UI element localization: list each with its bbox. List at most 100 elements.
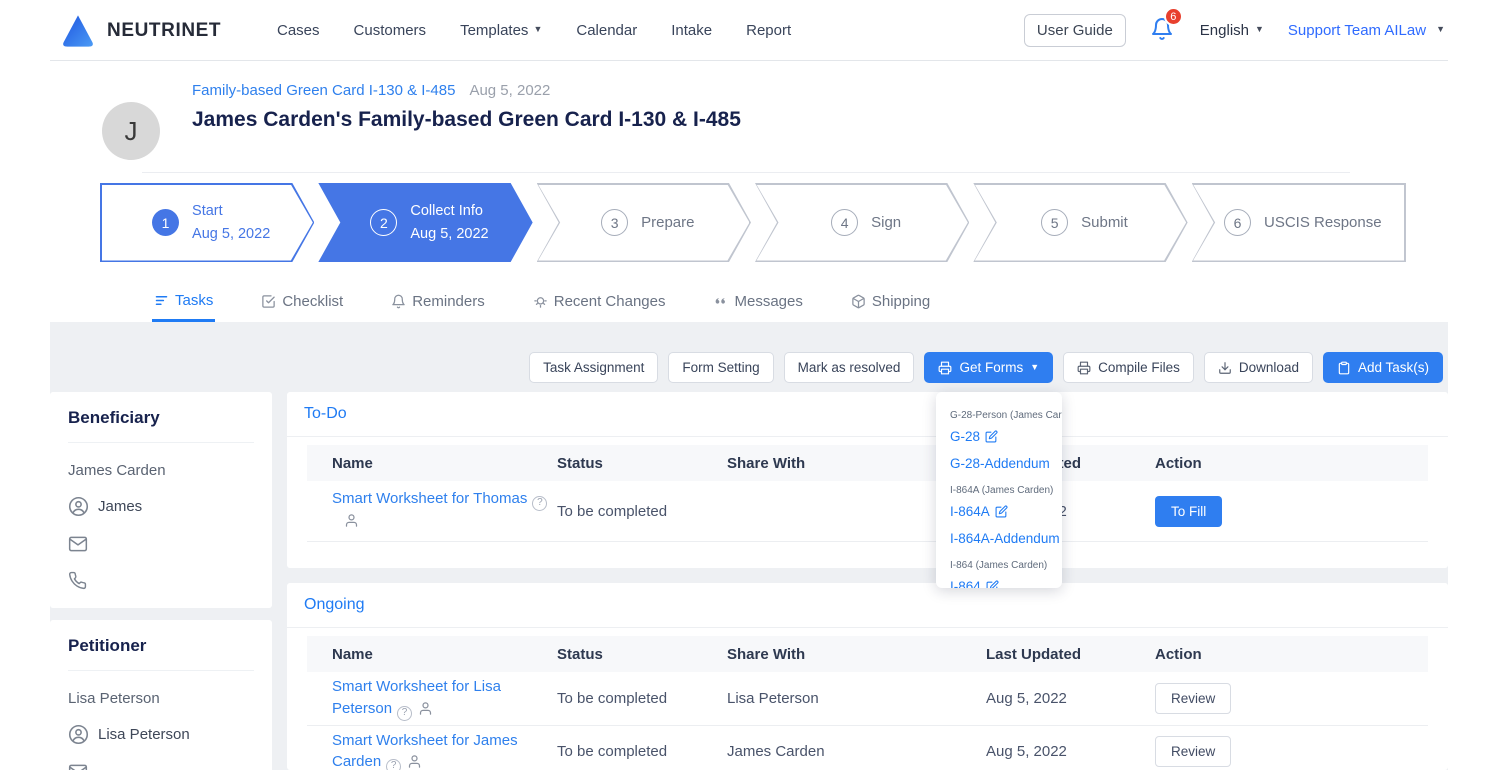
todo-table: Name Status Share With Last Updated Acti… [307, 445, 1428, 542]
step-uscis-response[interactable]: 6 USCIS Response [1192, 183, 1406, 262]
help-icon[interactable] [532, 496, 547, 511]
worksheet-link[interactable]: Smart Worksheet for James Carden [332, 732, 518, 770]
step-collect-info[interactable]: 2 Collect Info Aug 5, 2022 [318, 183, 532, 262]
todo-table-header: Name Status Share With Last Updated Acti… [307, 445, 1428, 481]
assignee-icon[interactable] [344, 513, 359, 528]
step-number: 2 [370, 209, 397, 236]
beneficiary-phone[interactable] [68, 571, 254, 590]
step-submit[interactable]: 5 Submit [973, 183, 1187, 262]
nav-item-intake[interactable]: Intake [671, 22, 712, 39]
neutrinet-logo-icon [58, 11, 98, 51]
tab-messages[interactable]: Messages [711, 281, 804, 322]
tab-checklist[interactable]: Checklist [259, 281, 345, 322]
share-with-text: James Carden [727, 743, 986, 760]
tab-shipping[interactable]: Shipping [849, 281, 932, 322]
review-button[interactable]: Review [1155, 736, 1231, 767]
ongoing-section: Ongoing Name Status Share With Last Upda… [287, 583, 1448, 770]
download-icon [1218, 361, 1232, 375]
petitioner-card: Petitioner Lisa Peterson Lisa Peterson [50, 620, 272, 770]
step-number: 1 [152, 209, 179, 236]
beneficiary-card: Beneficiary James Carden James [50, 392, 272, 608]
task-toolbar: Task Assignment Form Setting Mark as res… [529, 352, 1443, 383]
column-header-name: Name [307, 455, 557, 472]
menu-item-i864a[interactable]: I-864A [950, 498, 1062, 525]
table-row: Smart Worksheet for James Carden To be c… [307, 726, 1428, 770]
edit-icon [985, 430, 998, 443]
top-nav: NEUTRINET Cases Customers Templates Cale… [0, 0, 1500, 60]
ongoing-table: Name Status Share With Last Updated Acti… [307, 636, 1428, 770]
worksheet-link[interactable]: Smart Worksheet for Lisa Peterson [332, 678, 501, 717]
help-icon[interactable] [386, 759, 401, 770]
beneficiary-contact[interactable]: James [68, 496, 254, 517]
status-text: To be completed [557, 743, 727, 760]
ongoing-table-header: Name Status Share With Last Updated Acti… [307, 636, 1428, 672]
brand-logo[interactable]: NEUTRINET [58, 11, 221, 51]
beneficiary-email[interactable] [68, 534, 254, 554]
user-guide-button[interactable]: User Guide [1024, 14, 1126, 47]
review-button[interactable]: Review [1155, 683, 1231, 714]
last-updated-text: Aug 5, 2022 [986, 743, 1155, 760]
assignee-icon[interactable] [418, 701, 433, 716]
add-tasks-button[interactable]: Add Task(s) [1323, 352, 1443, 383]
step-start[interactable]: 1 Start Aug 5, 2022 [100, 183, 314, 262]
assignee-icon[interactable] [407, 754, 422, 769]
messages-icon [713, 294, 728, 309]
step-number: 4 [831, 209, 858, 236]
bell-icon [391, 294, 406, 309]
share-with-text: Lisa Peterson [727, 690, 986, 707]
nav-item-calendar[interactable]: Calendar [576, 22, 637, 39]
printer-icon [1077, 361, 1091, 375]
menu-item-g28-addendum[interactable]: G-28-Addendum [950, 450, 1062, 477]
get-forms-button[interactable]: Get Forms [924, 352, 1053, 383]
status-text: To be completed [557, 690, 727, 707]
language-selector[interactable]: English [1200, 22, 1264, 39]
tab-tasks[interactable]: Tasks [152, 281, 215, 322]
tab-reminders[interactable]: Reminders [389, 281, 487, 322]
worksheet-link[interactable]: Smart Worksheet for Thomas [332, 490, 527, 507]
step-label: Collect Info [410, 201, 488, 221]
account-menu[interactable]: Support Team AILaw [1288, 22, 1445, 39]
menu-group-label: G-28-Person (James Carden) [950, 410, 1062, 421]
petitioner-contact[interactable]: Lisa Peterson [68, 724, 254, 745]
nav-item-customers[interactable]: Customers [354, 22, 427, 39]
case-tabs: Tasks Checklist Reminders Recent Changes… [152, 281, 932, 322]
step-prepare[interactable]: 3 Prepare [537, 183, 751, 262]
step-number: 6 [1224, 209, 1251, 236]
mail-icon [68, 762, 88, 770]
menu-item-i864a-addendum[interactable]: I-864A-Addendum [950, 525, 1062, 552]
help-icon[interactable] [397, 706, 412, 721]
header-divider [142, 172, 1350, 173]
nav-item-report[interactable]: Report [746, 22, 791, 39]
breadcrumb: Family-based Green Card I-130 & I-485 Au… [192, 82, 550, 99]
form-setting-button[interactable]: Form Setting [668, 352, 773, 383]
menu-item-g28[interactable]: G-28 [950, 423, 1062, 450]
chevron-down-icon [1436, 25, 1445, 35]
step-label: USCIS Response [1264, 212, 1382, 233]
chevron-down-icon [1030, 363, 1039, 373]
mark-as-resolved-button[interactable]: Mark as resolved [784, 352, 915, 383]
step-sign[interactable]: 4 Sign [755, 183, 969, 262]
step-date: Aug 5, 2022 [192, 224, 270, 244]
beneficiary-heading: Beneficiary [68, 392, 254, 443]
menu-item-i864[interactable]: I-864 [950, 573, 1062, 588]
step-label: Start [192, 201, 270, 221]
step-date: Aug 5, 2022 [410, 224, 488, 244]
to-fill-button[interactable]: To Fill [1155, 496, 1222, 527]
workspace: Task Assignment Form Setting Mark as res… [50, 322, 1448, 770]
step-label: Sign [871, 212, 901, 233]
nav-item-templates[interactable]: Templates [460, 22, 542, 39]
package-icon [851, 294, 866, 309]
clipboard-icon [1337, 361, 1351, 375]
breadcrumb-link[interactable]: Family-based Green Card I-130 & I-485 [192, 82, 455, 99]
notifications-button[interactable]: 6 [1150, 17, 1176, 43]
petitioner-heading: Petitioner [68, 620, 254, 671]
chevron-down-icon [1255, 25, 1264, 35]
petitioner-email[interactable] [68, 762, 254, 770]
tab-recent-changes[interactable]: Recent Changes [531, 281, 668, 322]
task-assignment-button[interactable]: Task Assignment [529, 352, 658, 383]
step-number: 3 [601, 209, 628, 236]
user-circle-icon [68, 496, 89, 517]
nav-item-cases[interactable]: Cases [277, 22, 320, 39]
download-button[interactable]: Download [1204, 352, 1313, 383]
compile-files-button[interactable]: Compile Files [1063, 352, 1194, 383]
